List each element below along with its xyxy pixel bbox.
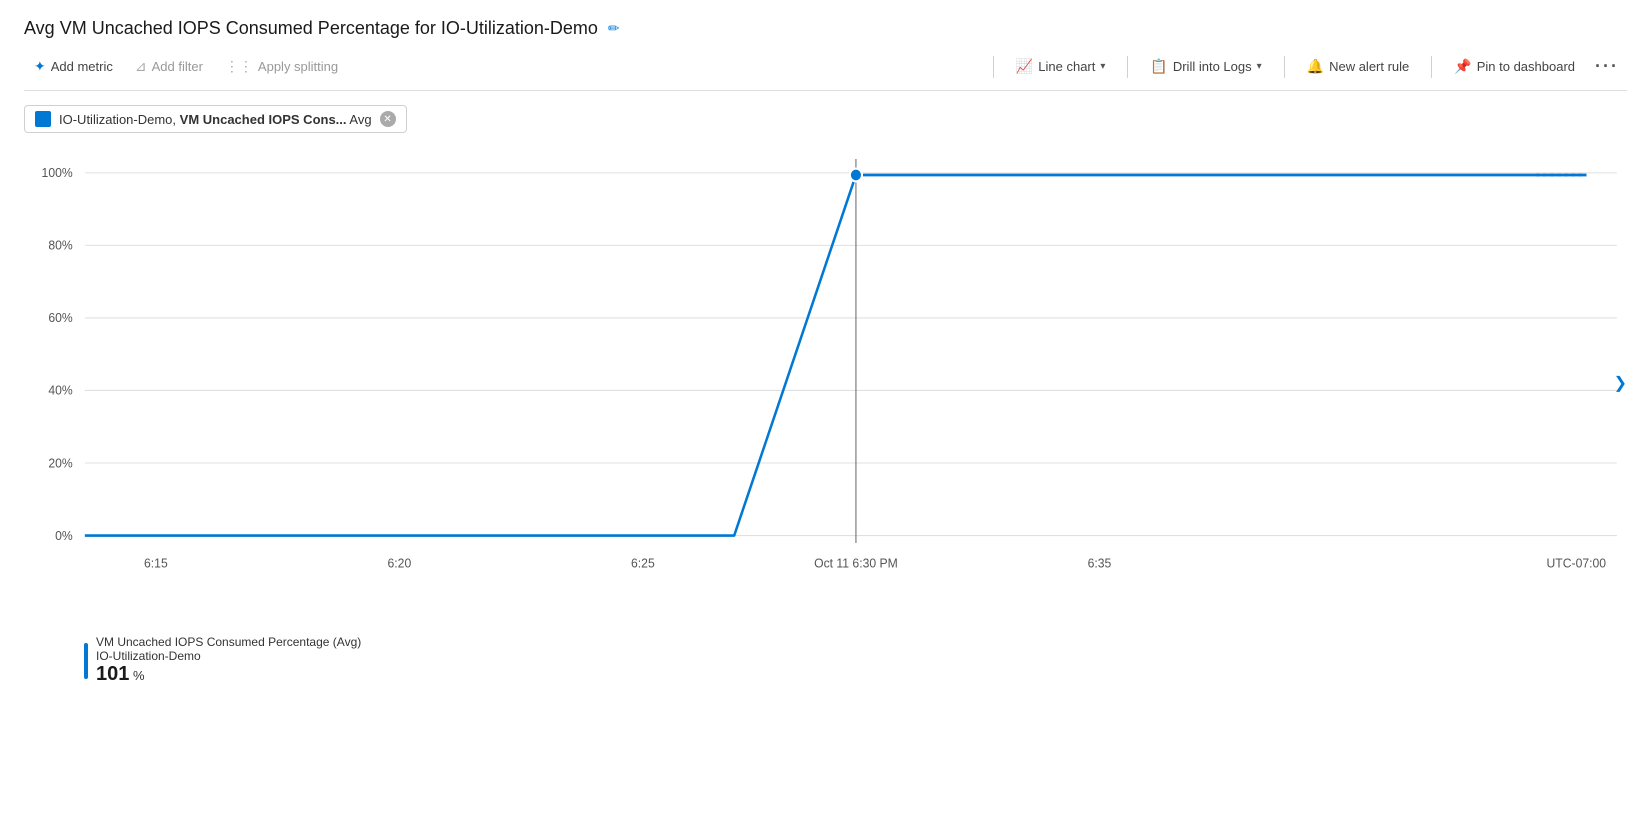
- legend-title: VM Uncached IOPS Consumed Percentage (Av…: [96, 635, 361, 649]
- legend: VM Uncached IOPS Consumed Percentage (Av…: [24, 635, 1627, 686]
- add-filter-label: Add filter: [152, 59, 203, 74]
- svg-text:20%: 20%: [48, 456, 72, 470]
- pill-text: IO-Utilization-Demo, VM Uncached IOPS Co…: [59, 112, 372, 127]
- line-chart-button[interactable]: 📈 Line chart ▾: [1006, 53, 1116, 80]
- metric-row: IO-Utilization-Demo, VM Uncached IOPS Co…: [24, 105, 1627, 133]
- apply-splitting-button[interactable]: ⋮⋮ Apply splitting: [215, 53, 348, 80]
- toolbar-separator-3: [1284, 56, 1285, 78]
- drill-logs-icon: 📋: [1150, 58, 1167, 75]
- pin-to-dashboard-button[interactable]: 📌 Pin to dashboard: [1444, 53, 1585, 80]
- drill-into-logs-label: Drill into Logs: [1173, 59, 1252, 74]
- toolbar: ✦ Add metric ⊿ Add filter ⋮⋮ Apply split…: [24, 53, 1627, 91]
- apply-splitting-label: Apply splitting: [258, 59, 338, 74]
- pill-close-button[interactable]: ✕: [380, 111, 396, 127]
- svg-text:6:15: 6:15: [144, 556, 168, 570]
- legend-unit: %: [133, 668, 145, 683]
- svg-text:40%: 40%: [48, 383, 72, 397]
- pill-metric: VM Uncached IOPS Cons...: [176, 112, 346, 127]
- page-title: Avg VM Uncached IOPS Consumed Percentage…: [24, 18, 598, 39]
- svg-text:Oct 11 6:30 PM: Oct 11 6:30 PM: [814, 556, 898, 570]
- drill-logs-chevron: ▾: [1257, 61, 1262, 72]
- line-chart-icon: 📈: [1016, 58, 1033, 75]
- legend-color-bar: [84, 643, 88, 679]
- expand-chart-button[interactable]: ❯: [1614, 373, 1627, 393]
- svg-text:0%: 0%: [55, 529, 73, 543]
- toolbar-separator: [993, 56, 994, 78]
- drill-into-logs-button[interactable]: 📋 Drill into Logs ▾: [1140, 53, 1271, 80]
- svg-text:6:25: 6:25: [631, 556, 655, 570]
- legend-item: VM Uncached IOPS Consumed Percentage (Av…: [84, 635, 1627, 686]
- alert-rule-icon: 🔔: [1307, 58, 1324, 75]
- chart-svg: 100% 80% 60% 40% 20% 0% 6:15 6:20 6:25 O…: [24, 143, 1627, 623]
- add-metric-icon: ✦: [34, 58, 46, 75]
- line-chart-chevron: ▾: [1100, 61, 1105, 72]
- svg-text:60%: 60%: [48, 311, 72, 325]
- more-options-button[interactable]: ···: [1587, 56, 1627, 77]
- metric-pill: IO-Utilization-Demo, VM Uncached IOPS Co…: [24, 105, 407, 133]
- pin-icon: 📌: [1454, 58, 1471, 75]
- svg-text:80%: 80%: [48, 238, 72, 252]
- add-filter-button[interactable]: ⊿ Add filter: [125, 53, 213, 80]
- pill-resource: IO-Utilization-Demo,: [59, 112, 176, 127]
- toolbar-separator-2: [1127, 56, 1128, 78]
- line-chart-label: Line chart: [1038, 59, 1095, 74]
- svg-text:UTC-07:00: UTC-07:00: [1547, 556, 1607, 570]
- add-filter-icon: ⊿: [135, 58, 147, 75]
- toolbar-separator-4: [1431, 56, 1432, 78]
- pin-to-dashboard-label: Pin to dashboard: [1477, 59, 1575, 74]
- new-alert-rule-button[interactable]: 🔔 New alert rule: [1297, 53, 1420, 80]
- add-metric-label: Add metric: [51, 59, 113, 74]
- legend-value-row: 101 %: [96, 663, 361, 686]
- apply-splitting-icon: ⋮⋮: [225, 58, 253, 75]
- chart-area: 100% 80% 60% 40% 20% 0% 6:15 6:20 6:25 O…: [24, 143, 1627, 623]
- svg-text:100%: 100%: [42, 166, 73, 180]
- svg-text:6:35: 6:35: [1088, 556, 1112, 570]
- pill-agg: Avg: [347, 112, 372, 127]
- add-metric-button[interactable]: ✦ Add metric: [24, 53, 123, 80]
- legend-value: 101: [96, 663, 129, 685]
- edit-icon[interactable]: ✏: [608, 20, 620, 37]
- svg-text:6:20: 6:20: [388, 556, 412, 570]
- new-alert-rule-label: New alert rule: [1329, 59, 1409, 74]
- legend-resource: IO-Utilization-Demo: [96, 649, 361, 663]
- resource-icon: [35, 111, 51, 127]
